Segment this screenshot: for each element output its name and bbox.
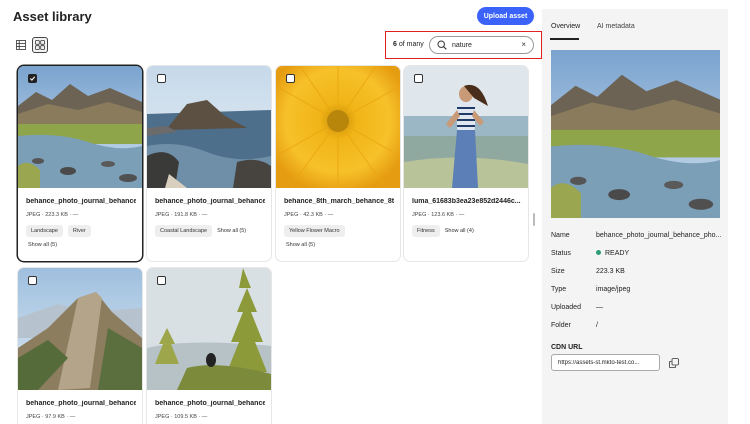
asset-tags: Landscape River xyxy=(26,225,91,237)
prop-value-status: READY xyxy=(596,250,629,257)
prop-label-size: Size xyxy=(551,268,565,275)
tag-chip[interactable]: Yellow Flower Macro xyxy=(284,225,345,237)
asset-card[interactable]: behance_photo_journal_behance_ JPEG · 10… xyxy=(147,268,271,424)
grid-scrollbar[interactable] xyxy=(533,213,535,226)
tag-chip[interactable]: River xyxy=(67,225,91,237)
tab-overview[interactable]: Overview xyxy=(551,23,580,30)
prop-label-status: Status xyxy=(551,250,571,257)
asset-name: behance_photo_journal_behance_ xyxy=(155,400,265,407)
tag-chip[interactable]: Landscape xyxy=(26,225,63,237)
asset-checkbox[interactable] xyxy=(157,276,166,285)
asset-name: behance_photo_journal_behance_ xyxy=(26,198,136,205)
page-title: Asset library xyxy=(13,9,92,24)
tag-chip[interactable]: Coastal Landscape xyxy=(155,225,213,237)
show-all-tags-link[interactable]: Show all (5) xyxy=(217,228,246,234)
prop-value-uploaded: — xyxy=(596,304,603,311)
asset-preview-image xyxy=(551,50,720,218)
prop-value-size: 223.3 KB xyxy=(596,268,625,275)
prop-value-type: image/jpeg xyxy=(596,286,631,293)
asset-tags: Fitness Show all (4) xyxy=(412,225,474,237)
prop-value-folder: / xyxy=(596,322,598,329)
asset-meta: JPEG · 42.3 KB · — xyxy=(284,212,334,218)
asset-thumbnail-fitness-runner xyxy=(404,66,528,188)
prop-label-folder: Folder xyxy=(551,322,571,329)
asset-checkbox[interactable] xyxy=(28,74,37,83)
grid-view-button[interactable] xyxy=(32,37,48,53)
details-panel: Overview AI metadata Name behance_photo_… xyxy=(542,9,728,424)
asset-meta: JPEG · 223.3 KB · — xyxy=(26,212,79,218)
show-all-tags-link[interactable]: Show all (4) xyxy=(445,228,474,234)
asset-card[interactable]: behance_photo_journal_behance_ JPEG · 97… xyxy=(18,268,142,424)
cdn-url-label: CDN URL xyxy=(551,344,583,351)
list-view-icon xyxy=(16,40,26,50)
asset-checkbox[interactable] xyxy=(414,74,423,83)
status-dot-icon xyxy=(596,250,601,255)
asset-thumbnail-yellow-flower xyxy=(276,66,400,188)
asset-card[interactable]: behance_photo_journal_behance_ JPEG · 22… xyxy=(18,66,142,261)
cdn-url-field[interactable] xyxy=(551,354,660,371)
status-text: READY xyxy=(605,250,630,257)
asset-checkbox[interactable] xyxy=(28,276,37,285)
checkmark-icon xyxy=(29,76,36,81)
prop-value-name: behance_photo_journal_behance_pho... xyxy=(596,232,722,239)
asset-meta: JPEG · 97.9 KB · — xyxy=(26,414,76,420)
asset-thumbnail-coastal-landscape xyxy=(147,66,271,188)
search-input[interactable] xyxy=(452,41,512,49)
asset-name: behance_photo_journal_behance_ xyxy=(155,198,265,205)
list-view-button[interactable] xyxy=(13,37,29,53)
copy-icon[interactable] xyxy=(669,358,679,368)
result-count: 6 of many xyxy=(393,41,424,48)
asset-checkbox[interactable] xyxy=(286,74,295,83)
clear-search-icon[interactable]: × xyxy=(521,40,526,49)
asset-card[interactable]: luma_61683b3ea23e852d2446c... JPEG · 123… xyxy=(404,66,528,261)
asset-thumbnail-misty-trees xyxy=(147,268,271,390)
asset-thumbnail-landscape-river xyxy=(18,66,142,188)
asset-tags: Coastal Landscape Show all (5) xyxy=(155,225,246,237)
prop-label-uploaded: Uploaded xyxy=(551,304,581,311)
asset-card[interactable]: behance_8th_march_behance_8tl JPEG · 42.… xyxy=(276,66,400,261)
asset-library-app: Asset library Upload asset 6 of many × xyxy=(0,0,750,424)
asset-tags: Yellow Flower Macro xyxy=(284,225,345,237)
active-tab-indicator xyxy=(550,38,579,40)
asset-name: behance_8th_march_behance_8tl xyxy=(284,198,394,205)
tab-ai-metadata[interactable]: AI metadata xyxy=(597,23,635,30)
tag-chip[interactable]: Fitness xyxy=(412,225,440,237)
result-count-suffix: of many xyxy=(396,41,424,48)
asset-name: luma_61683b3ea23e852d2446c... xyxy=(412,198,521,205)
asset-card[interactable]: behance_photo_journal_behance_ JPEG · 19… xyxy=(147,66,271,261)
show-all-tags-link[interactable]: Show all (5) xyxy=(286,242,315,248)
asset-meta: JPEG · 123.6 KB · — xyxy=(412,212,465,218)
asset-checkbox[interactable] xyxy=(157,74,166,83)
upload-asset-button[interactable]: Upload asset xyxy=(477,7,534,25)
asset-name: behance_photo_journal_behance_ xyxy=(26,400,136,407)
asset-thumbnail-mountain-ridge xyxy=(18,268,142,390)
search-box[interactable]: × xyxy=(429,36,534,54)
asset-meta: JPEG · 109.5 KB · — xyxy=(155,414,208,420)
prop-label-name: Name xyxy=(551,232,570,239)
prop-label-type: Type xyxy=(551,286,567,293)
show-all-tags-link[interactable]: Show all (5) xyxy=(28,242,57,248)
search-icon xyxy=(437,40,447,50)
grid-view-icon xyxy=(35,40,45,50)
asset-meta: JPEG · 191.8 KB · — xyxy=(155,212,208,218)
